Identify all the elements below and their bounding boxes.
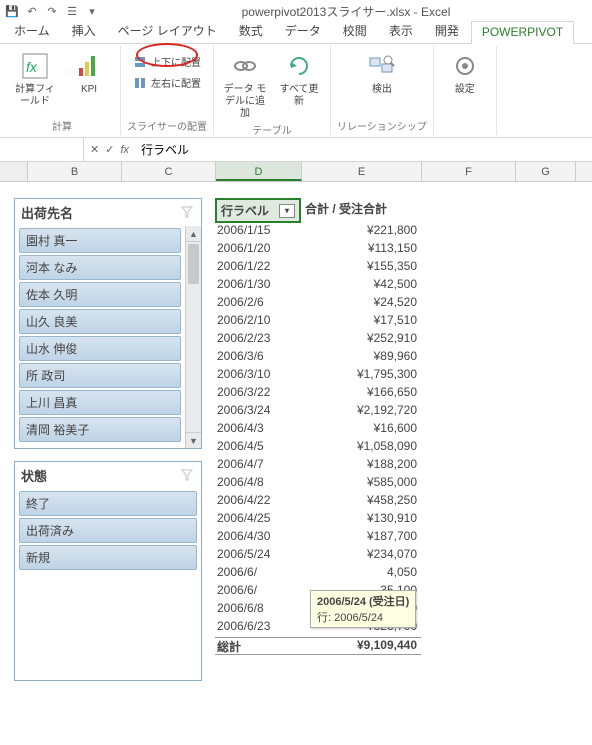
- slicer-item[interactable]: 上川 昌真: [19, 390, 181, 415]
- group-relationship: リレーションシップ: [337, 118, 427, 135]
- col-header-c[interactable]: C: [122, 162, 216, 181]
- group-slicer: スライサーの配置: [127, 118, 207, 135]
- link-icon: [229, 50, 261, 82]
- slicer-title: 出荷先名: [21, 203, 73, 222]
- table-row[interactable]: 2006/4/7¥188,200: [215, 457, 421, 475]
- tab-home[interactable]: ホーム: [4, 19, 60, 43]
- group-calc: 計算: [52, 118, 72, 135]
- slicer-item[interactable]: 山水 伸俊: [19, 336, 181, 361]
- table-row[interactable]: 2006/3/10¥1,795,300: [215, 367, 421, 385]
- tab-powerpivot[interactable]: POWERPIVOT: [471, 21, 574, 44]
- slicer-item[interactable]: 清岡 裕美子: [19, 417, 181, 442]
- slicer-title: 状態: [21, 466, 47, 485]
- fx-label-icon[interactable]: fx: [120, 144, 129, 156]
- qat-dropdown-icon[interactable]: ▾: [84, 3, 100, 19]
- slicer-item[interactable]: 園村 真一: [19, 228, 181, 253]
- slicer-item[interactable]: 新規: [19, 545, 197, 570]
- undo-icon[interactable]: ↶: [24, 3, 40, 19]
- table-row[interactable]: 2006/6/4,050: [215, 565, 421, 583]
- col-header-f[interactable]: F: [422, 162, 516, 181]
- refresh-icon: [283, 50, 315, 82]
- slicer-item[interactable]: 出荷済み: [19, 518, 197, 543]
- calc-field-button[interactable]: fx 計算フィールド: [10, 48, 60, 110]
- gear-icon: [449, 50, 481, 82]
- table-row[interactable]: 2006/4/3¥16,600: [215, 421, 421, 439]
- table-row[interactable]: 2006/1/22¥155,350: [215, 259, 421, 277]
- tab-view[interactable]: 表示: [379, 19, 423, 43]
- tab-data[interactable]: データ: [275, 19, 331, 43]
- select-all-corner[interactable]: [0, 162, 28, 181]
- redo-icon[interactable]: ↷: [44, 3, 60, 19]
- slicer-scrollbar[interactable]: ▲ ▼: [185, 226, 201, 448]
- save-icon[interactable]: 💾: [4, 3, 20, 19]
- table-row[interactable]: 2006/4/5¥1,058,090: [215, 439, 421, 457]
- total-value: ¥9,109,440: [315, 638, 421, 654]
- slicer-item[interactable]: 佐本 久明: [19, 282, 181, 307]
- table-row[interactable]: 2006/1/15¥221,800: [215, 223, 421, 241]
- cell-tooltip: 2006/5/24 (受注日) 行: 2006/5/24: [310, 590, 416, 628]
- cancel-icon[interactable]: ✕: [90, 143, 99, 156]
- col-header-b[interactable]: B: [28, 162, 122, 181]
- slicer-vertical-button[interactable]: 上下に配置: [129, 52, 205, 71]
- table-row[interactable]: 2006/4/22¥458,250: [215, 493, 421, 511]
- settings-button[interactable]: 設定: [440, 48, 490, 98]
- slicer-item[interactable]: 山久 良美: [19, 309, 181, 334]
- table-row[interactable]: 2006/1/20¥113,150: [215, 241, 421, 259]
- table-row[interactable]: 2006/4/25¥130,910: [215, 511, 421, 529]
- slicer-horizontal-button[interactable]: 左右に配置: [129, 73, 205, 92]
- table-row[interactable]: 2006/2/6¥24,520: [215, 295, 421, 313]
- ribbon-tabs: ホーム 挿入 ページ レイアウト 数式 データ 校閲 表示 開発 POWERPI…: [0, 22, 592, 44]
- formula-input[interactable]: [135, 141, 592, 159]
- values-header: 合計 / 受注合計: [301, 198, 421, 223]
- tab-insert[interactable]: 挿入: [62, 19, 106, 43]
- slicer-shipment-name[interactable]: 出荷先名 園村 真一河本 なみ佐本 久明山久 良美山水 伸俊所 政司上川 昌真清…: [14, 198, 202, 449]
- svg-text:fx: fx: [26, 59, 38, 75]
- slicer-item[interactable]: 所 政司: [19, 363, 181, 388]
- name-box[interactable]: [0, 138, 84, 161]
- enter-icon[interactable]: ✓: [105, 143, 114, 156]
- touch-mode-icon[interactable]: ☰: [64, 3, 80, 19]
- clear-filter-icon[interactable]: [181, 469, 195, 483]
- row-labels-header[interactable]: 行ラベル ▾: [215, 198, 301, 223]
- group-table: テーブル: [252, 122, 291, 139]
- horizontal-layout-icon: [133, 76, 147, 90]
- table-row[interactable]: 2006/2/23¥252,910: [215, 331, 421, 349]
- kpi-icon: [73, 50, 105, 82]
- table-row[interactable]: 2006/5/24¥234,070: [215, 547, 421, 565]
- window-title: powerpivot2013スライサー.xlsx - Excel: [104, 3, 588, 20]
- table-row[interactable]: 2006/4/30¥187,700: [215, 529, 421, 547]
- table-row[interactable]: 2006/3/24¥2,192,720: [215, 403, 421, 421]
- tab-review[interactable]: 校閲: [333, 19, 377, 43]
- kpi-button[interactable]: KPI: [64, 48, 114, 98]
- detect-icon: [366, 50, 398, 82]
- table-row[interactable]: 2006/1/30¥42,500: [215, 277, 421, 295]
- table-row[interactable]: 2006/3/22¥166,650: [215, 385, 421, 403]
- fx-icon: fx: [19, 50, 51, 82]
- pivot-table: 行ラベル ▾ 合計 / 受注合計 2006/1/15¥221,8002006/1…: [215, 198, 421, 655]
- tab-pagelayout[interactable]: ページ レイアウト: [108, 19, 227, 43]
- table-row[interactable]: 2006/2/10¥17,510: [215, 313, 421, 331]
- table-row[interactable]: 2006/3/6¥89,960: [215, 349, 421, 367]
- scroll-thumb[interactable]: [188, 244, 199, 284]
- vertical-layout-icon: [133, 55, 147, 69]
- total-label: 総計: [215, 638, 315, 654]
- col-header-g[interactable]: G: [516, 162, 576, 181]
- detect-button[interactable]: 検出: [357, 48, 407, 98]
- scroll-down-icon[interactable]: ▼: [186, 432, 201, 448]
- scroll-up-icon[interactable]: ▲: [186, 226, 201, 242]
- table-row[interactable]: 2006/4/8¥585,000: [215, 475, 421, 493]
- slicer-status[interactable]: 状態 終了出荷済み新規: [14, 461, 202, 681]
- clear-filter-icon[interactable]: [181, 206, 195, 220]
- col-header-e[interactable]: E: [302, 162, 422, 181]
- slicer-item[interactable]: 河本 なみ: [19, 255, 181, 280]
- add-to-model-button[interactable]: データ モデルに追加: [220, 48, 270, 122]
- slicer-item[interactable]: 終了: [19, 491, 197, 516]
- filter-dropdown-icon[interactable]: ▾: [279, 204, 295, 218]
- refresh-all-button[interactable]: すべて更新: [274, 48, 324, 110]
- tab-formulas[interactable]: 数式: [229, 19, 273, 43]
- tab-developer[interactable]: 開発: [425, 19, 469, 43]
- col-header-d[interactable]: D: [216, 162, 302, 181]
